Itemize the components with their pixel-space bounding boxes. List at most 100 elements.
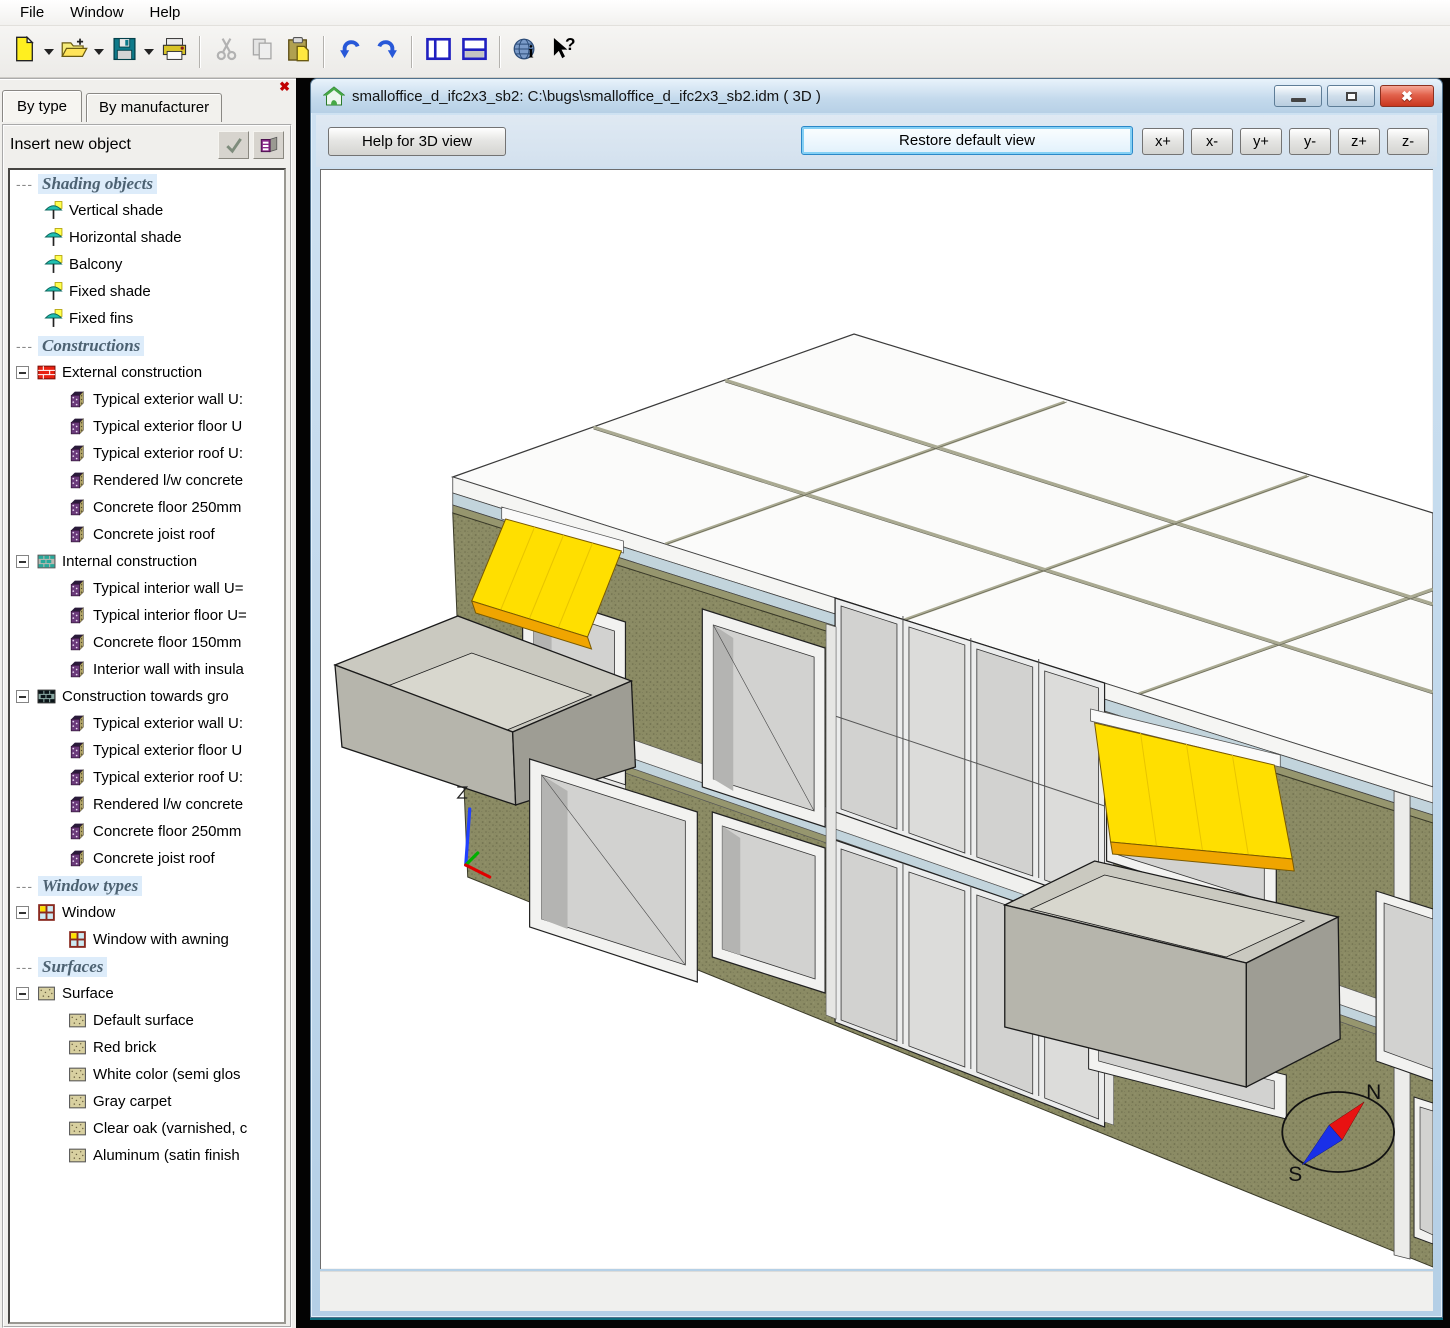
block-icon: [68, 471, 87, 490]
tree-section-header[interactable]: ---Constructions: [10, 332, 284, 359]
tree-item[interactable]: Typical interior floor U=: [10, 602, 284, 629]
toolbar-separator: [411, 36, 413, 68]
menu-window[interactable]: Window: [58, 1, 135, 24]
copy-button[interactable]: [244, 33, 280, 71]
tree-item-label: Typical exterior wall U:: [93, 391, 243, 408]
tree-item[interactable]: Typical exterior roof U:: [10, 764, 284, 791]
tree-item-label: Concrete joist roof: [93, 850, 215, 867]
tree-item[interactable]: Horizontal shade: [10, 224, 284, 251]
layout-horizontal-button[interactable]: [456, 33, 492, 71]
3d-viewport[interactable]: N S: [320, 169, 1433, 1269]
close-icon[interactable]: ✖: [279, 81, 290, 93]
menu-bar: FileWindowHelp: [0, 0, 1450, 26]
umbrella-icon: [44, 228, 63, 247]
print-button[interactable]: [156, 33, 192, 71]
tree-item-label: Horizontal shade: [69, 229, 182, 246]
tree-item[interactable]: Window with awning: [10, 926, 284, 953]
surface-icon: [68, 1038, 87, 1057]
app-house-icon: [323, 86, 345, 106]
open-file-dropdown-arrow[interactable]: [92, 33, 106, 71]
collapse-toggle[interactable]: [16, 555, 29, 568]
tree-section-header[interactable]: ---Shading objects: [10, 170, 284, 197]
redo-button[interactable]: [368, 33, 404, 71]
close-button[interactable]: ✖: [1380, 85, 1434, 107]
tree-item[interactable]: White color (semi glos: [10, 1061, 284, 1088]
menu-help[interactable]: Help: [138, 1, 193, 24]
restore-default-view-button[interactable]: Restore default view: [801, 126, 1133, 155]
tab-by-manufacturer[interactable]: By manufacturer: [86, 93, 222, 122]
tree-item[interactable]: Surface: [10, 980, 284, 1007]
axis-button-yplus[interactable]: y+: [1240, 128, 1282, 155]
save-dropdown-arrow[interactable]: [142, 33, 156, 71]
surface-icon: [68, 1146, 87, 1165]
tab-by-type[interactable]: By type: [2, 90, 82, 122]
tree-item[interactable]: Red brick: [10, 1034, 284, 1061]
menu-file[interactable]: File: [8, 1, 56, 24]
block-icon: [68, 768, 87, 787]
tree-item[interactable]: Rendered l/w concrete: [10, 467, 284, 494]
panel-splitter[interactable]: [296, 78, 310, 1328]
axis-button-zminus[interactable]: z-: [1387, 128, 1429, 155]
tree-item[interactable]: Fixed shade: [10, 278, 284, 305]
tree-item[interactable]: Concrete floor 150mm: [10, 629, 284, 656]
cut-button[interactable]: [208, 33, 244, 71]
tree-section-header[interactable]: ---Window types: [10, 872, 284, 899]
tree-item[interactable]: Typical exterior wall U:: [10, 710, 284, 737]
tree-item[interactable]: Construction towards gro: [10, 683, 284, 710]
tree-item[interactable]: Concrete joist roof: [10, 845, 284, 872]
tree-item-label: Window: [62, 904, 115, 921]
tree-item-label: Fixed shade: [69, 283, 151, 300]
window-titlebar[interactable]: smalloffice_d_ifc2x3_sb2: C:\bugs\smallo…: [311, 79, 1442, 113]
tree-item[interactable]: Fixed fins: [10, 305, 284, 332]
tree-item[interactable]: Balcony: [10, 251, 284, 278]
tree-item[interactable]: Typical interior wall U=: [10, 575, 284, 602]
main-toolbar: i?: [0, 26, 1450, 78]
paste-button[interactable]: [280, 33, 316, 71]
axis-button-yminus[interactable]: y-: [1289, 128, 1331, 155]
new-document-dropdown-arrow[interactable]: [42, 33, 56, 71]
save-button[interactable]: [106, 33, 142, 71]
tree-item[interactable]: Gray carpet: [10, 1088, 284, 1115]
new-document-button[interactable]: [6, 33, 42, 71]
tree-item[interactable]: Rendered l/w concrete: [10, 791, 284, 818]
layout-vertical-button[interactable]: [420, 33, 456, 71]
tree-item[interactable]: Vertical shade: [10, 197, 284, 224]
help-3d-button[interactable]: Help for 3D view: [328, 127, 506, 156]
tree-item[interactable]: External construction: [10, 359, 284, 386]
tree-item-label: Surface: [62, 985, 114, 1002]
collapse-toggle[interactable]: [16, 366, 29, 379]
restore-button[interactable]: [1327, 85, 1375, 107]
tree-item[interactable]: Clear oak (varnished, c: [10, 1115, 284, 1142]
undo-button[interactable]: [332, 33, 368, 71]
section-dashes: ---: [16, 878, 33, 894]
tree-item[interactable]: Typical exterior roof U:: [10, 440, 284, 467]
tree-item[interactable]: Concrete joist roof: [10, 521, 284, 548]
context-help-button[interactable]: ?: [544, 33, 580, 71]
info-globe-button[interactable]: i: [508, 33, 544, 71]
tree-item[interactable]: Typical exterior wall U:: [10, 386, 284, 413]
database-palette-button[interactable]: [253, 131, 284, 159]
collapse-toggle[interactable]: [16, 987, 29, 1000]
window-far-right-upper: [1376, 891, 1433, 1081]
minimize-button[interactable]: [1274, 85, 1322, 107]
tree-item-label: Aluminum (satin finish: [93, 1147, 240, 1164]
tree-item[interactable]: Aluminum (satin finish: [10, 1142, 284, 1169]
axis-button-zplus[interactable]: z+: [1338, 128, 1380, 155]
tree-item[interactable]: Typical exterior floor U: [10, 737, 284, 764]
collapse-toggle[interactable]: [16, 906, 29, 919]
open-file-button[interactable]: [56, 33, 92, 71]
axis-button-xminus[interactable]: x-: [1191, 128, 1233, 155]
tree-item[interactable]: Window: [10, 899, 284, 926]
collapse-toggle[interactable]: [16, 690, 29, 703]
tree-item[interactable]: Typical exterior floor U: [10, 413, 284, 440]
tree-item[interactable]: Default surface: [10, 1007, 284, 1034]
confirm-insert-button[interactable]: [218, 131, 249, 159]
tree-item-label: Typical interior floor U=: [93, 607, 247, 624]
tree-section-header[interactable]: ---Surfaces: [10, 953, 284, 980]
tree-item[interactable]: Concrete floor 250mm: [10, 818, 284, 845]
tree-item[interactable]: Internal construction: [10, 548, 284, 575]
tree-item-label: Clear oak (varnished, c: [93, 1120, 247, 1137]
axis-button-xplus[interactable]: x+: [1142, 128, 1184, 155]
tree-item[interactable]: Interior wall with insula: [10, 656, 284, 683]
tree-item[interactable]: Concrete floor 250mm: [10, 494, 284, 521]
